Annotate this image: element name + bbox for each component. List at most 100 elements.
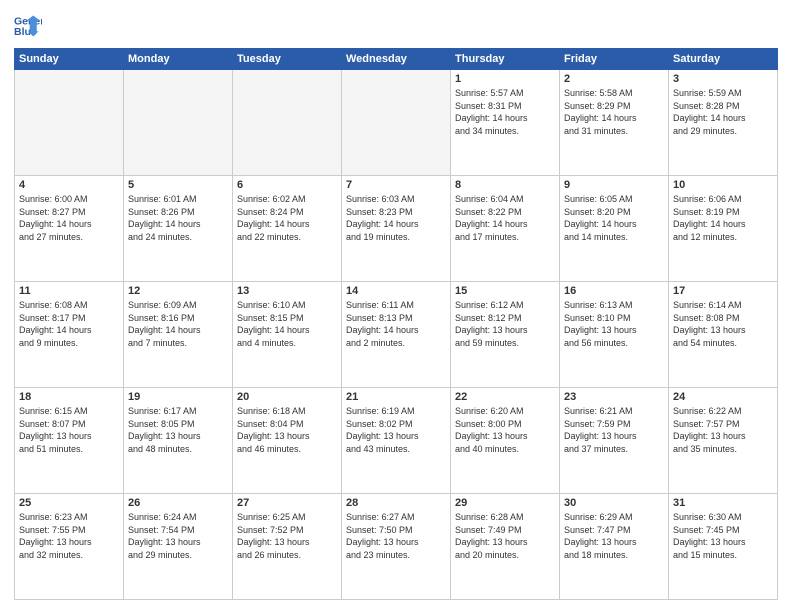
calendar-cell (233, 70, 342, 176)
day-info: Sunrise: 6:20 AM Sunset: 8:00 PM Dayligh… (455, 405, 555, 455)
calendar-week-1: 1 Sunrise: 5:57 AM Sunset: 8:31 PM Daylig… (15, 70, 778, 176)
logo: General Blue (14, 12, 46, 40)
day-number: 7 (346, 179, 446, 191)
day-number: 20 (237, 391, 337, 403)
day-number: 25 (19, 497, 119, 509)
calendar-cell: 13 Sunrise: 6:10 AM Sunset: 8:15 PM Dayli… (233, 282, 342, 388)
day-number: 19 (128, 391, 228, 403)
day-number: 21 (346, 391, 446, 403)
weekday-header-wednesday: Wednesday (342, 49, 451, 70)
day-number: 18 (19, 391, 119, 403)
calendar-cell: 19Sunrise: 6:17 AM Sunset: 8:05 PM Dayli… (124, 388, 233, 494)
day-info: Sunrise: 6:23 AM Sunset: 7:55 PM Dayligh… (19, 511, 119, 561)
calendar-cell: 4 Sunrise: 6:00 AM Sunset: 8:27 PM Daylig… (15, 176, 124, 282)
calendar-cell: 21 Sunrise: 6:19 AM Sunset: 8:02 PM Dayli… (342, 388, 451, 494)
calendar-cell: 11 Sunrise: 6:08 AM Sunset: 8:17 PM Dayli… (15, 282, 124, 388)
calendar-cell: 24 Sunrise: 6:22 AM Sunset: 7:57 PM Dayli… (669, 388, 778, 494)
calendar-cell: 28Sunrise: 6:27 AM Sunset: 7:50 PM Dayli… (342, 494, 451, 600)
day-info: Sunrise: 6:14 AM Sunset: 8:08 PM Dayligh… (673, 299, 773, 349)
day-info: Sunrise: 6:28 AM Sunset: 7:49 PM Dayligh… (455, 511, 555, 561)
day-info: Sunrise: 5:58 AM Sunset: 8:29 PM Dayligh… (564, 87, 664, 137)
day-info: Sunrise: 6:06 AM Sunset: 8:19 PM Dayligh… (673, 193, 773, 243)
weekday-header-tuesday: Tuesday (233, 49, 342, 70)
day-info: Sunrise: 6:04 AM Sunset: 8:22 PM Dayligh… (455, 193, 555, 243)
day-info: Sunrise: 6:21 AM Sunset: 7:59 PM Dayligh… (564, 405, 664, 455)
day-info: Sunrise: 6:30 AM Sunset: 7:45 PM Dayligh… (673, 511, 773, 561)
day-number: 30 (564, 497, 664, 509)
day-number: 15 (455, 285, 555, 297)
day-info: Sunrise: 6:22 AM Sunset: 7:57 PM Dayligh… (673, 405, 773, 455)
day-number: 11 (19, 285, 119, 297)
calendar-cell: 3Sunrise: 5:59 AM Sunset: 8:28 PM Daylig… (669, 70, 778, 176)
calendar-cell: 7 Sunrise: 6:03 AM Sunset: 8:23 PM Daylig… (342, 176, 451, 282)
day-info: Sunrise: 6:03 AM Sunset: 8:23 PM Dayligh… (346, 193, 446, 243)
page: General Blue SundayMondayTuesdayWednesda… (0, 0, 792, 612)
calendar-cell: 2Sunrise: 5:58 AM Sunset: 8:29 PM Daylig… (560, 70, 669, 176)
calendar-cell: 31 Sunrise: 6:30 AM Sunset: 7:45 PM Dayli… (669, 494, 778, 600)
calendar-cell: 15Sunrise: 6:12 AM Sunset: 8:12 PM Dayli… (451, 282, 560, 388)
day-number: 3 (673, 73, 773, 85)
day-number: 22 (455, 391, 555, 403)
day-info: Sunrise: 6:00 AM Sunset: 8:27 PM Dayligh… (19, 193, 119, 243)
day-info: Sunrise: 6:10 AM Sunset: 8:15 PM Dayligh… (237, 299, 337, 349)
weekday-header-row: SundayMondayTuesdayWednesdayThursdayFrid… (15, 49, 778, 70)
day-info: Sunrise: 6:13 AM Sunset: 8:10 PM Dayligh… (564, 299, 664, 349)
day-number: 29 (455, 497, 555, 509)
day-info: Sunrise: 6:29 AM Sunset: 7:47 PM Dayligh… (564, 511, 664, 561)
calendar-cell: 6 Sunrise: 6:02 AM Sunset: 8:24 PM Daylig… (233, 176, 342, 282)
day-number: 1 (455, 73, 555, 85)
calendar-cell: 12Sunrise: 6:09 AM Sunset: 8:16 PM Dayli… (124, 282, 233, 388)
day-info: Sunrise: 6:27 AM Sunset: 7:50 PM Dayligh… (346, 511, 446, 561)
calendar-cell: 14 Sunrise: 6:11 AM Sunset: 8:13 PM Dayli… (342, 282, 451, 388)
calendar-cell: 25 Sunrise: 6:23 AM Sunset: 7:55 PM Dayli… (15, 494, 124, 600)
day-info: Sunrise: 6:05 AM Sunset: 8:20 PM Dayligh… (564, 193, 664, 243)
calendar-cell: 30 Sunrise: 6:29 AM Sunset: 7:47 PM Dayli… (560, 494, 669, 600)
day-info: Sunrise: 6:15 AM Sunset: 8:07 PM Dayligh… (19, 405, 119, 455)
day-number: 17 (673, 285, 773, 297)
calendar-cell (15, 70, 124, 176)
day-info: Sunrise: 6:19 AM Sunset: 8:02 PM Dayligh… (346, 405, 446, 455)
day-number: 5 (128, 179, 228, 191)
day-number: 13 (237, 285, 337, 297)
header: General Blue (14, 12, 778, 40)
calendar-cell: 1 Sunrise: 5:57 AM Sunset: 8:31 PM Daylig… (451, 70, 560, 176)
weekday-header-sunday: Sunday (15, 49, 124, 70)
calendar-cell: 27 Sunrise: 6:25 AM Sunset: 7:52 PM Dayli… (233, 494, 342, 600)
day-number: 8 (455, 179, 555, 191)
day-info: Sunrise: 6:09 AM Sunset: 8:16 PM Dayligh… (128, 299, 228, 349)
logo-icon: General Blue (14, 12, 42, 40)
calendar-table: SundayMondayTuesdayWednesdayThursdayFrid… (14, 48, 778, 600)
calendar-week-5: 25 Sunrise: 6:23 AM Sunset: 7:55 PM Dayli… (15, 494, 778, 600)
day-info: Sunrise: 6:18 AM Sunset: 8:04 PM Dayligh… (237, 405, 337, 455)
day-info: Sunrise: 6:11 AM Sunset: 8:13 PM Dayligh… (346, 299, 446, 349)
calendar-cell: 29 Sunrise: 6:28 AM Sunset: 7:49 PM Dayli… (451, 494, 560, 600)
day-info: Sunrise: 6:24 AM Sunset: 7:54 PM Dayligh… (128, 511, 228, 561)
day-number: 27 (237, 497, 337, 509)
calendar-cell: 22 Sunrise: 6:20 AM Sunset: 8:00 PM Dayli… (451, 388, 560, 494)
weekday-header-friday: Friday (560, 49, 669, 70)
day-info: Sunrise: 6:25 AM Sunset: 7:52 PM Dayligh… (237, 511, 337, 561)
day-info: Sunrise: 5:57 AM Sunset: 8:31 PM Dayligh… (455, 87, 555, 137)
day-number: 26 (128, 497, 228, 509)
day-number: 4 (19, 179, 119, 191)
calendar-cell: 8 Sunrise: 6:04 AM Sunset: 8:22 PM Daylig… (451, 176, 560, 282)
day-number: 10 (673, 179, 773, 191)
weekday-header-monday: Monday (124, 49, 233, 70)
calendar-cell: 10 Sunrise: 6:06 AM Sunset: 8:19 PM Dayli… (669, 176, 778, 282)
day-info: Sunrise: 6:02 AM Sunset: 8:24 PM Dayligh… (237, 193, 337, 243)
day-number: 14 (346, 285, 446, 297)
calendar-cell (342, 70, 451, 176)
day-number: 31 (673, 497, 773, 509)
calendar-week-4: 18 Sunrise: 6:15 AM Sunset: 8:07 PM Dayli… (15, 388, 778, 494)
day-number: 6 (237, 179, 337, 191)
calendar-cell: 16Sunrise: 6:13 AM Sunset: 8:10 PM Dayli… (560, 282, 669, 388)
weekday-header-thursday: Thursday (451, 49, 560, 70)
calendar-week-2: 4 Sunrise: 6:00 AM Sunset: 8:27 PM Daylig… (15, 176, 778, 282)
calendar-week-3: 11 Sunrise: 6:08 AM Sunset: 8:17 PM Dayli… (15, 282, 778, 388)
calendar-cell: 23Sunrise: 6:21 AM Sunset: 7:59 PM Dayli… (560, 388, 669, 494)
calendar-cell: 26 Sunrise: 6:24 AM Sunset: 7:54 PM Dayli… (124, 494, 233, 600)
day-info: Sunrise: 6:08 AM Sunset: 8:17 PM Dayligh… (19, 299, 119, 349)
day-number: 9 (564, 179, 664, 191)
day-number: 24 (673, 391, 773, 403)
calendar-cell: 17 Sunrise: 6:14 AM Sunset: 8:08 PM Dayli… (669, 282, 778, 388)
